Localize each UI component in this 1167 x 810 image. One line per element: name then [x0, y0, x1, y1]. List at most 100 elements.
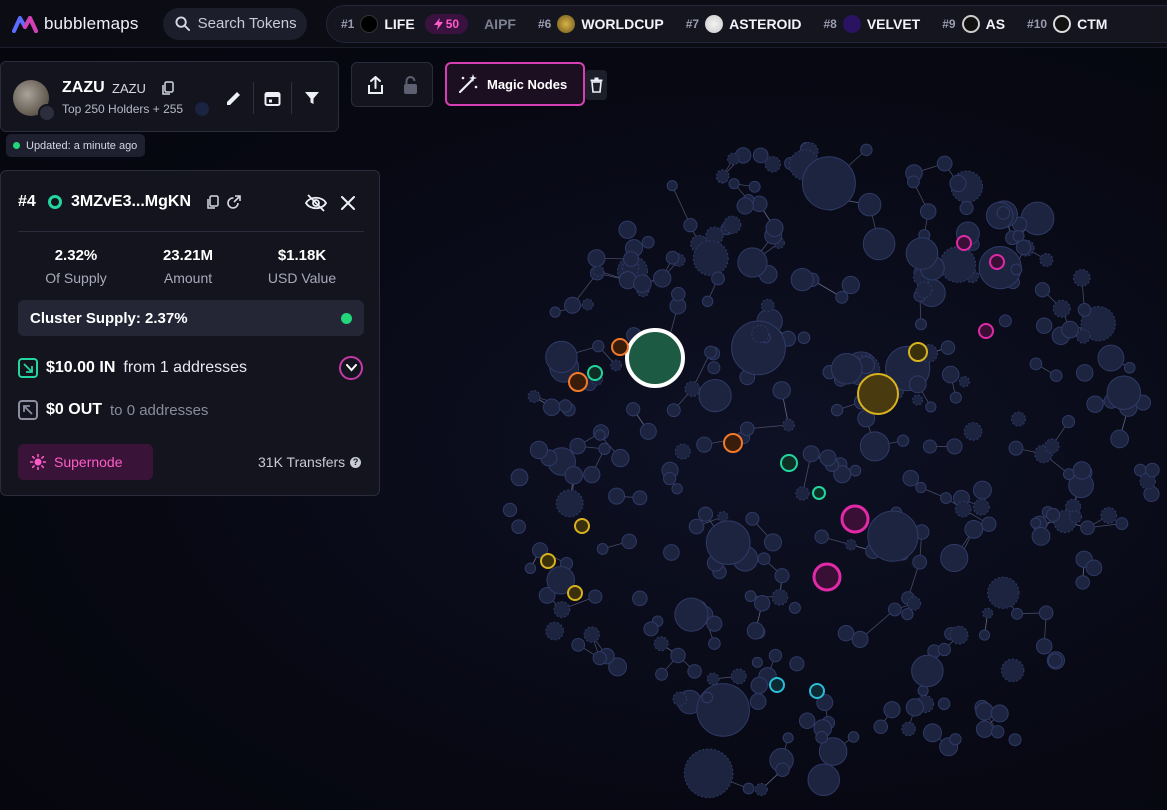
holder-bubble[interactable]: [592, 340, 605, 353]
close-icon[interactable]: [338, 193, 358, 213]
holder-bubble[interactable]: [608, 487, 626, 505]
holder-bubble[interactable]: [954, 500, 972, 518]
holder-bubble[interactable]: [949, 625, 969, 645]
holder-bubble[interactable]: [655, 667, 669, 681]
holder-bubble[interactable]: [754, 595, 771, 612]
holder-bubble[interactable]: [915, 481, 927, 494]
holder-bubble[interactable]: [1015, 239, 1032, 256]
holder-bubble[interactable]: [529, 440, 549, 460]
holder-bubble[interactable]: [887, 602, 902, 617]
holder-bubble[interactable]: [830, 403, 844, 417]
supernode-button[interactable]: Supernode: [18, 444, 153, 480]
filter-icon[interactable]: [301, 87, 323, 109]
holder-bubble[interactable]: [837, 625, 855, 642]
holder-bubble[interactable]: [707, 361, 721, 375]
holder-bubble[interactable]: [1010, 263, 1023, 276]
holder-bubble[interactable]: [632, 490, 648, 506]
holder-bubble[interactable]: [598, 442, 611, 455]
holder-bubble[interactable]: [749, 693, 767, 710]
holder-bubble[interactable]: [632, 590, 648, 607]
holder-bubble[interactable]: [666, 403, 681, 418]
holder-bubble[interactable]: [545, 621, 564, 641]
holder-bubble[interactable]: [867, 510, 919, 562]
magic-nodes-button[interactable]: Magic Nodes: [445, 62, 585, 106]
holder-bubble[interactable]: [736, 197, 754, 215]
holder-bubble[interactable]: [587, 249, 606, 268]
holder-bubble[interactable]: [1115, 517, 1129, 530]
holder-bubble[interactable]: [688, 518, 705, 535]
holder-bubble[interactable]: [972, 498, 990, 516]
holder-bubble[interactable]: [643, 621, 659, 637]
cluster-supply-bar[interactable]: Cluster Supply: 2.37%: [18, 300, 364, 336]
holder-bubble[interactable]: [621, 533, 637, 550]
holder-bubble[interactable]: [937, 642, 951, 657]
holder-bubble[interactable]: [911, 654, 944, 688]
holder-bubble[interactable]: [772, 381, 791, 400]
holder-bubble[interactable]: [751, 324, 770, 343]
holder-bubble[interactable]: [883, 701, 901, 719]
delete-magic-nodes-button[interactable]: [585, 70, 607, 100]
holder-bubble[interactable]: [972, 480, 992, 500]
holder-bubble[interactable]: [742, 782, 755, 795]
holder-bubble[interactable]: [1085, 559, 1103, 577]
holder-bubble[interactable]: [807, 763, 840, 797]
holder-bubble[interactable]: [692, 240, 729, 277]
holder-bubble[interactable]: [925, 401, 937, 413]
copy-icon[interactable]: [159, 80, 175, 96]
holder-bubble[interactable]: [1044, 438, 1060, 454]
holder-bubble[interactable]: [708, 637, 721, 650]
holder-bubble[interactable]: [1072, 461, 1092, 480]
holder-bubble[interactable]: [633, 274, 652, 293]
holder-bubble[interactable]: [511, 519, 526, 535]
holder-bubble[interactable]: [674, 443, 691, 460]
holder-bubble[interactable]: [524, 562, 537, 575]
holder-bubble[interactable]: [1073, 269, 1091, 287]
holder-bubble[interactable]: [765, 218, 784, 237]
holder-bubble[interactable]: [706, 615, 723, 632]
highlighted-holder-bubble[interactable]: [540, 553, 556, 569]
holder-bubble[interactable]: [907, 175, 920, 189]
lock-icon[interactable]: [399, 74, 421, 96]
holder-bubble[interactable]: [723, 215, 742, 234]
holder-bubble[interactable]: [745, 511, 760, 526]
holder-bubble[interactable]: [674, 597, 709, 632]
holder-bubble[interactable]: [1012, 230, 1025, 242]
holder-bubble[interactable]: [922, 439, 938, 454]
holder-bubble[interactable]: [798, 712, 816, 729]
holder-bubble[interactable]: [996, 206, 1011, 220]
holder-bubble[interactable]: [716, 169, 730, 183]
holder-bubble[interactable]: [958, 376, 971, 388]
holder-bubble[interactable]: [663, 544, 680, 561]
holder-bubble[interactable]: [744, 590, 757, 602]
holder-bubble[interactable]: [611, 449, 630, 468]
holder-bubble[interactable]: [671, 483, 683, 495]
holder-bubble[interactable]: [1049, 369, 1063, 382]
holder-bubble[interactable]: [623, 251, 639, 267]
holder-bubble[interactable]: [975, 702, 994, 721]
holder-bubble[interactable]: [754, 782, 768, 796]
highlighted-holder-bubble[interactable]: [568, 372, 588, 392]
highlighted-holder-bubble[interactable]: [908, 342, 928, 362]
holder-bubble[interactable]: [653, 269, 672, 288]
holder-bubble[interactable]: [705, 520, 751, 566]
holder-bubble[interactable]: [940, 340, 956, 355]
highlighted-holder-bubble[interactable]: [812, 562, 842, 592]
holder-bubble[interactable]: [739, 421, 755, 437]
highlighted-holder-bubble[interactable]: [840, 504, 870, 534]
holder-bubble[interactable]: [1052, 299, 1071, 318]
holder-bubble[interactable]: [502, 502, 518, 518]
holder-bubble[interactable]: [683, 218, 698, 233]
holder-bubble[interactable]: [912, 554, 928, 570]
holder-bubble[interactable]: [665, 250, 680, 265]
trending-item-asteroid[interactable]: #7 ASTEROID: [686, 15, 801, 33]
holder-bubble[interactable]: [1075, 575, 1090, 590]
holder-bubble[interactable]: [901, 608, 914, 621]
holder-bubble[interactable]: [771, 588, 789, 606]
holder-bubble[interactable]: [558, 399, 572, 413]
holder-bubble[interactable]: [982, 607, 994, 619]
holder-bubble[interactable]: [564, 466, 583, 485]
holder-bubble[interactable]: [583, 466, 601, 484]
holder-bubble[interactable]: [1035, 317, 1053, 334]
holder-bubble[interactable]: [949, 733, 962, 746]
holder-bubble[interactable]: [696, 683, 750, 737]
